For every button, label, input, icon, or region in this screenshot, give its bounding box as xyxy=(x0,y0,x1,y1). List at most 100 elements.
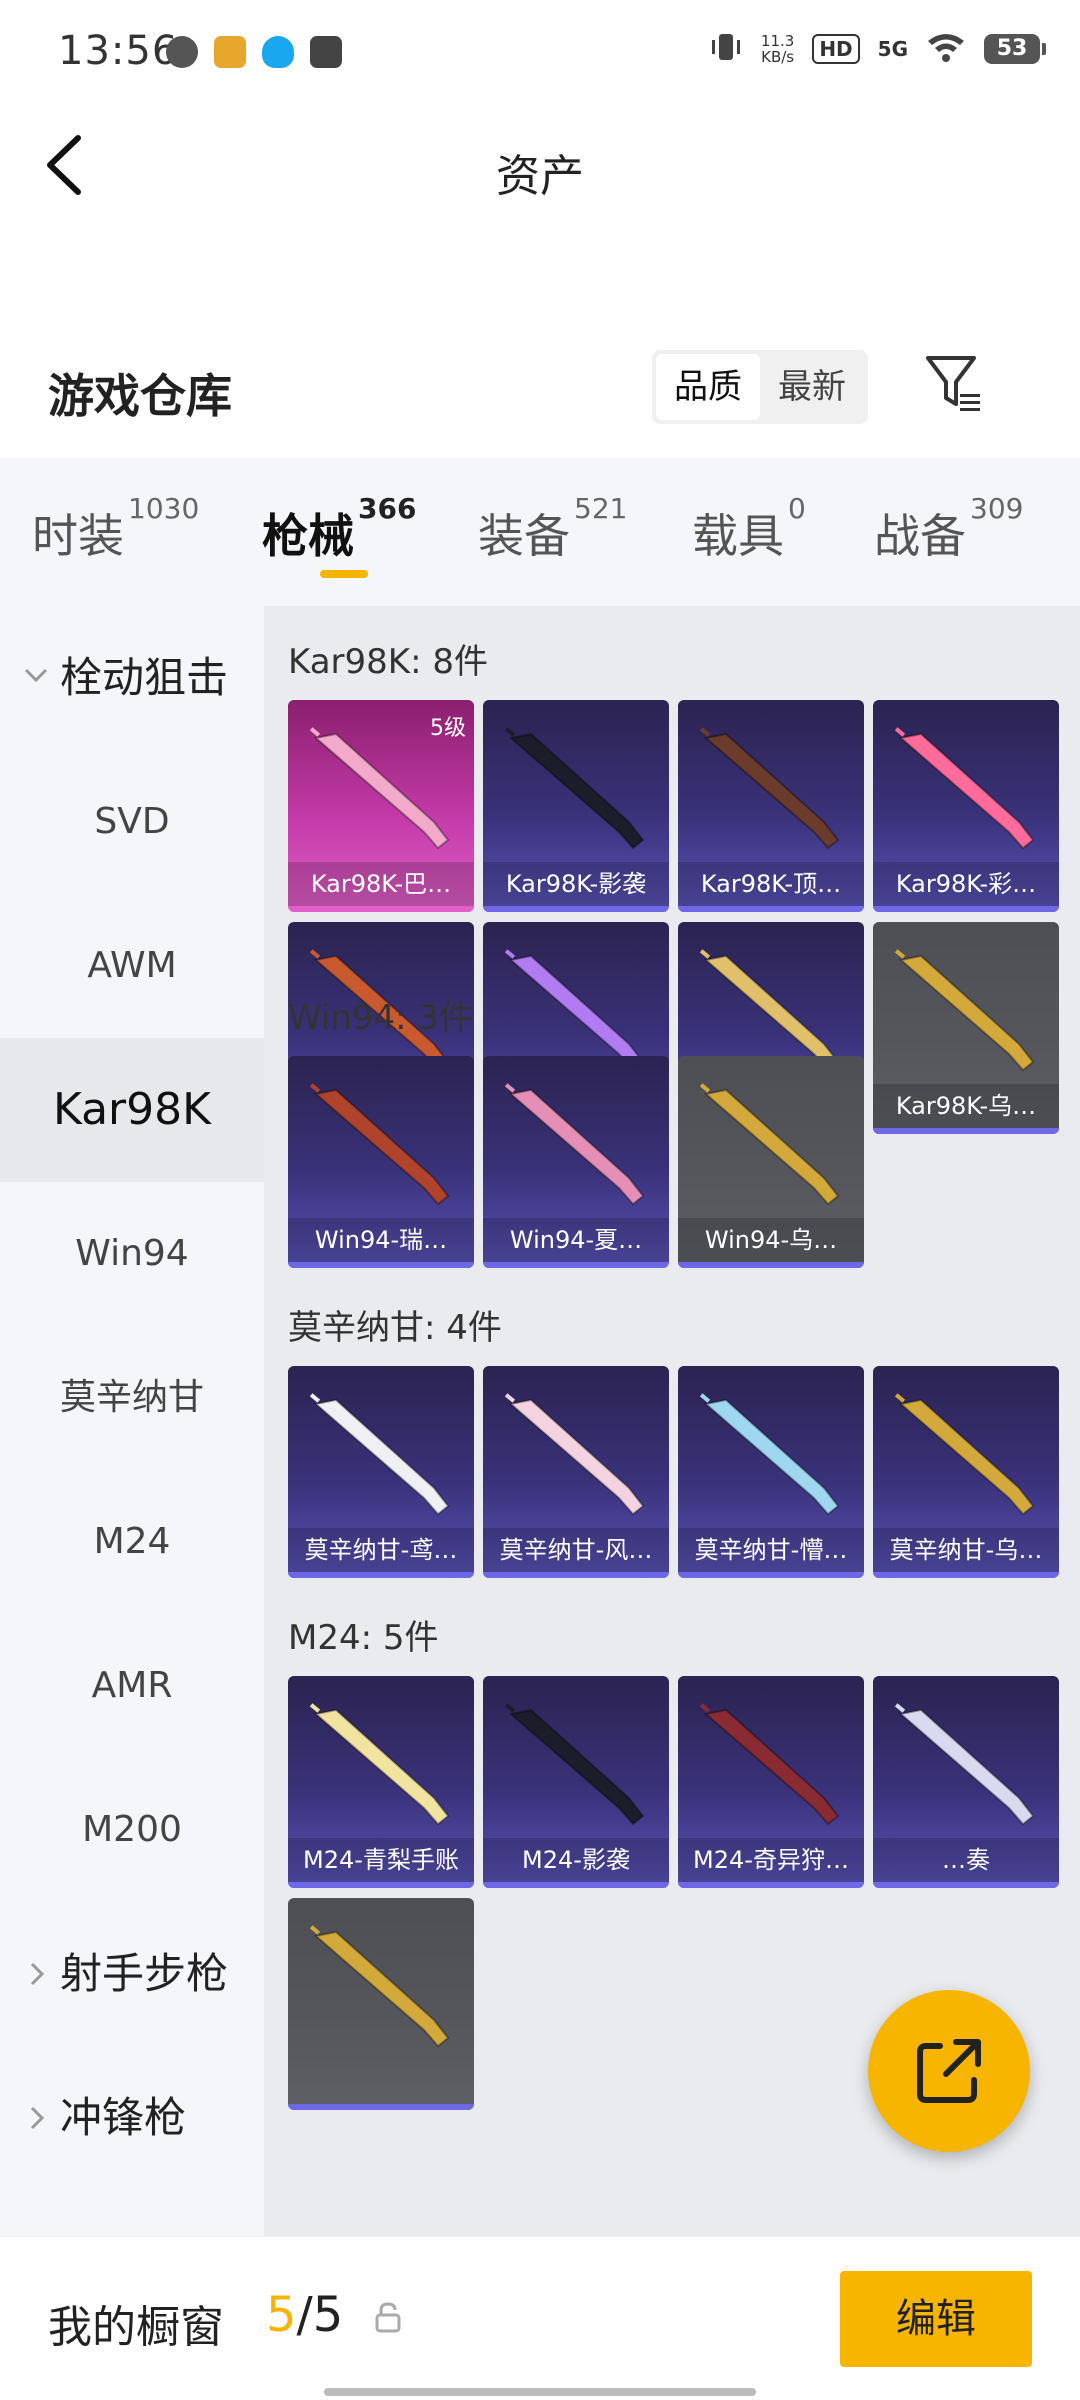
sort-toggle: 品质 最新 xyxy=(652,350,868,424)
weapon-skin-name: Kar98K-影袭 xyxy=(483,862,669,906)
notification-icons xyxy=(166,36,342,68)
tab-count: 0 xyxy=(788,492,806,525)
nav-item-win94[interactable]: Win94 xyxy=(0,1182,264,1326)
nav-item-kar98k[interactable]: Kar98K xyxy=(0,1038,264,1182)
weapon-skin-card[interactable]: Win94-瑞… xyxy=(288,1056,474,1268)
nav-item-awm[interactable]: AWM xyxy=(0,894,264,1038)
nav-label: 冲锋枪 xyxy=(60,2093,187,2142)
network-speed-unit: KB/s xyxy=(761,48,795,66)
rifle-icon xyxy=(699,1393,840,1516)
signal-app-icon xyxy=(166,36,198,68)
rifle-icon xyxy=(504,1083,645,1206)
sort-option-newest[interactable]: 最新 xyxy=(760,354,864,420)
rifle-icon xyxy=(894,949,1035,1072)
weapon-skin-card[interactable]: Win94-乌… xyxy=(678,1056,864,1268)
nav-category-marksman[interactable]: 射手步枪 xyxy=(0,1902,264,2046)
showcase-current: 5 xyxy=(266,2287,297,2343)
showcase-separator: / xyxy=(296,2287,313,2343)
showcase-total: 5 xyxy=(312,2287,344,2343)
weapon-skin-card[interactable]: Kar98K-影袭 xyxy=(483,700,669,912)
nav-item-m24[interactable]: M24 xyxy=(0,1470,264,1614)
rifle-icon xyxy=(699,1703,840,1826)
system-icons: 11.3 KB/s HD 5G 53 xyxy=(709,30,1046,68)
status-bar: 13:56 11.3 KB/s HD 5G 53 xyxy=(0,0,1080,110)
tab-fashion[interactable]: 时装1030 xyxy=(32,492,199,566)
weapon-skin-card[interactable]: Kar98K-顶… xyxy=(678,700,864,912)
filter-button[interactable] xyxy=(922,352,986,416)
wifi-icon xyxy=(926,31,966,67)
nav-label: 栓动狙击 xyxy=(60,653,229,702)
hd-badge: HD xyxy=(812,34,860,64)
tab-equipment[interactable]: 装备521 xyxy=(478,492,627,566)
section-title: 游戏仓库 xyxy=(48,369,232,423)
weapon-skin-card[interactable]: M24-奇异狩… xyxy=(678,1676,864,1888)
weapon-skin-name: Kar98K-乌… xyxy=(873,1084,1059,1128)
sort-option-quality[interactable]: 品质 xyxy=(656,354,760,420)
weapon-skin-card[interactable]: 莫辛纳甘-乌… xyxy=(873,1366,1059,1578)
weapon-skin-card[interactable]: Kar98K-乌… xyxy=(873,922,1059,1134)
nav-category-bolt-sniper[interactable]: 栓动狙击 xyxy=(0,606,264,750)
category-tabs: 时装1030 枪械366 装备521 载具0 战备309 xyxy=(0,458,1080,606)
tab-count: 1030 xyxy=(128,492,200,525)
weapon-skin-card[interactable]: Win94-夏… xyxy=(483,1056,669,1268)
chevron-right-icon xyxy=(22,2046,50,2253)
nav-item-mosin[interactable]: 莫辛纳甘 xyxy=(0,1326,264,1470)
rifle-icon xyxy=(504,727,645,850)
weapon-skin-name: 莫辛纳甘-鸢… xyxy=(288,1528,474,1572)
weapon-skin-name: 莫辛纳甘-懵… xyxy=(678,1528,864,1572)
status-time: 13:56 xyxy=(58,28,179,74)
tab-label: 时装 xyxy=(32,509,124,563)
weapon-skin-name: Win94-瑞… xyxy=(288,1218,474,1262)
weapon-skin-name: M24-青梨手账 xyxy=(288,1838,474,1882)
level-badge: 5级 xyxy=(430,716,466,741)
share-fab-button[interactable] xyxy=(868,1990,1030,2152)
rifle-icon xyxy=(504,1703,645,1826)
showcase-bar: 我的橱窗 5/5 编辑 xyxy=(0,2236,1080,2400)
nav-item-svd[interactable]: SVD xyxy=(0,750,264,894)
weapon-skin-card[interactable]: M24-影袭 xyxy=(483,1676,669,1888)
tab-label: 装备 xyxy=(478,509,570,563)
home-indicator[interactable] xyxy=(324,2388,756,2396)
weapon-skin-card[interactable]: 莫辛纳甘-懵… xyxy=(678,1366,864,1578)
weapon-skin-name: Win94-乌… xyxy=(678,1218,864,1262)
rifle-icon xyxy=(894,1703,1035,1826)
rifle-icon xyxy=(309,1703,450,1826)
weapon-skin-card[interactable] xyxy=(288,1898,474,2110)
tab-vehicles[interactable]: 载具0 xyxy=(692,492,806,566)
tab-count: 309 xyxy=(970,492,1024,525)
battery-indicator: 53 xyxy=(984,34,1046,64)
showcase-label: 我的橱窗 xyxy=(48,2302,224,2353)
lock-icon xyxy=(375,2302,401,2333)
rifle-icon xyxy=(894,1393,1035,1516)
weapon-skin-card[interactable]: 5级 Kar98K-巴… xyxy=(288,700,474,912)
rifle-icon xyxy=(504,1393,645,1516)
filter-icon xyxy=(926,356,980,411)
nav-item-m200[interactable]: M200 xyxy=(0,1758,264,1902)
qq-icon xyxy=(262,36,294,68)
rifle-icon xyxy=(309,1925,450,2048)
active-tab-indicator xyxy=(320,570,368,578)
weapon-skin-name: Kar98K-彩… xyxy=(873,862,1059,906)
nav-label: 射手步枪 xyxy=(60,1949,229,1998)
tab-firearms[interactable]: 枪械366 xyxy=(262,492,416,566)
weapon-nav: 栓动狙击 SVD AWM Kar98K Win94 莫辛纳甘 M24 AMR M… xyxy=(0,606,264,2236)
rifle-icon xyxy=(894,727,1035,850)
nav-category-smg[interactable]: 冲锋枪 xyxy=(0,2046,264,2190)
weapon-skin-name: 莫辛纳甘-乌… xyxy=(873,1528,1059,1572)
page-title: 资产 xyxy=(496,151,584,202)
tab-battle-prep[interactable]: 战备309 xyxy=(874,492,1023,566)
game-app-icon xyxy=(214,36,246,68)
nav-item-amr[interactable]: AMR xyxy=(0,1614,264,1758)
network-type: 5G xyxy=(877,37,908,61)
edit-button[interactable]: 编辑 xyxy=(840,2271,1032,2367)
weapon-skin-name: Win94-夏… xyxy=(483,1218,669,1262)
network-speed: 11.3 KB/s xyxy=(761,33,794,65)
tab-label: 载具 xyxy=(692,509,784,563)
weapon-skin-card[interactable]: …奏 xyxy=(873,1676,1059,1888)
weapon-skin-card[interactable]: 莫辛纳甘-风… xyxy=(483,1366,669,1578)
message-icon xyxy=(310,36,342,68)
weapon-skin-card[interactable]: M24-青梨手账 xyxy=(288,1676,474,1888)
weapon-skin-card[interactable]: Kar98K-彩… xyxy=(873,700,1059,912)
showcase-count: 5/5 xyxy=(266,2287,343,2343)
weapon-skin-card[interactable]: 莫辛纳甘-鸢… xyxy=(288,1366,474,1578)
